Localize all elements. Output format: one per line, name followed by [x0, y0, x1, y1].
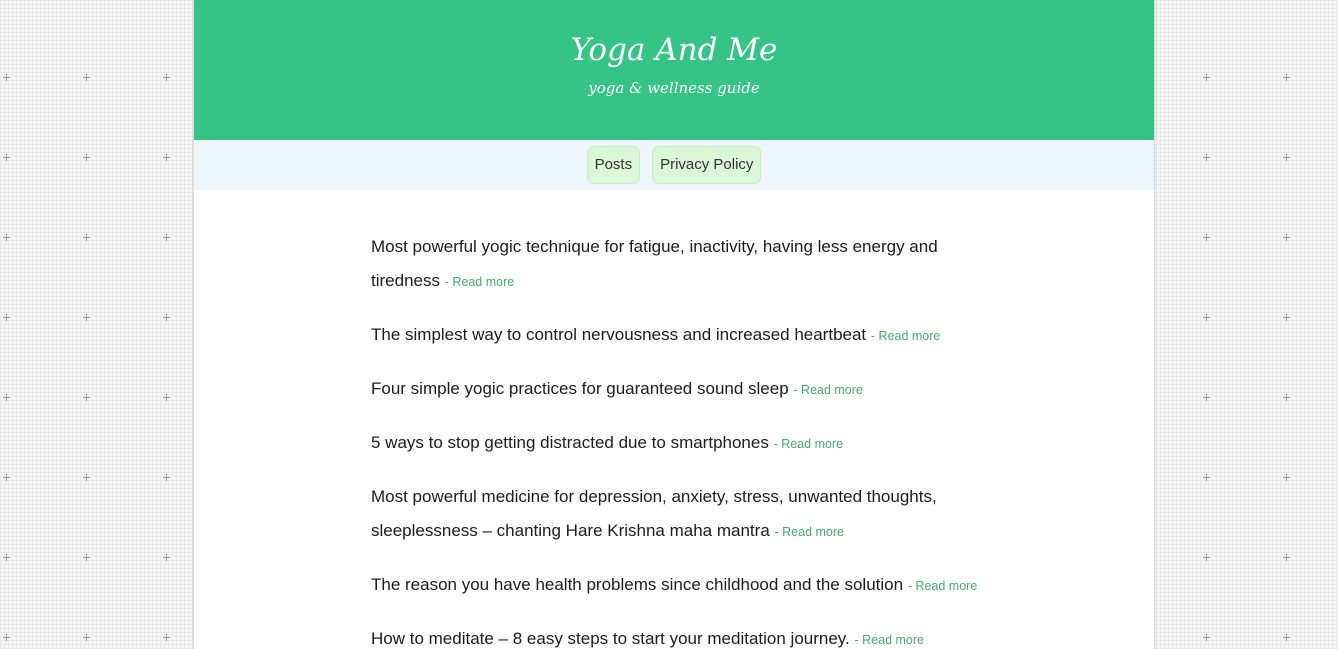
grid-plus-marker [163, 154, 170, 161]
grid-plus-marker [163, 474, 170, 481]
grid-plus-marker [3, 474, 10, 481]
grid-plus-marker [3, 74, 10, 81]
grid-plus-marker [1203, 154, 1210, 161]
post-title[interactable]: Most powerful medicine for depression, a… [371, 487, 937, 540]
post-item: Four simple yogic practices for guarante… [371, 372, 981, 407]
post-title[interactable]: Four simple yogic practices for guarante… [371, 379, 789, 398]
grid-plus-marker [83, 154, 90, 161]
grid-plus-marker [1283, 74, 1290, 81]
grid-plus-marker [1203, 74, 1210, 81]
grid-plus-marker [1283, 314, 1290, 321]
read-more-link[interactable]: - Read more [908, 579, 977, 593]
page-container: Yoga And Me yoga & wellness guide Posts … [194, 0, 1154, 649]
grid-plus-marker [3, 314, 10, 321]
grid-plus-marker [1283, 474, 1290, 481]
grid-plus-marker [83, 394, 90, 401]
post-title[interactable]: The reason you have health problems sinc… [371, 575, 903, 594]
grid-plus-marker [1283, 634, 1290, 641]
nav-posts-button[interactable]: Posts [586, 146, 641, 184]
grid-plus-marker [163, 74, 170, 81]
post-item: The simplest way to control nervousness … [371, 318, 981, 353]
post-item: Most powerful medicine for depression, a… [371, 480, 981, 549]
grid-plus-marker [3, 554, 10, 561]
grid-plus-marker [1203, 634, 1210, 641]
post-item: The reason you have health problems sinc… [371, 568, 981, 603]
grid-plus-marker [3, 634, 10, 641]
post-title[interactable]: The simplest way to control nervousness … [371, 325, 866, 344]
grid-plus-marker [1203, 474, 1210, 481]
post-list: Most powerful yogic technique for fatigu… [371, 230, 981, 649]
grid-plus-marker [1283, 554, 1290, 561]
grid-plus-marker [163, 234, 170, 241]
grid-plus-marker [3, 154, 10, 161]
grid-plus-marker [163, 314, 170, 321]
grid-plus-marker [83, 74, 90, 81]
site-title[interactable]: Yoga And Me [194, 0, 1154, 70]
grid-plus-marker [83, 634, 90, 641]
main-nav: Posts Privacy Policy [194, 140, 1154, 190]
site-header: Yoga And Me yoga & wellness guide [194, 0, 1154, 140]
post-title[interactable]: How to meditate – 8 easy steps to start … [371, 629, 850, 648]
grid-plus-marker [83, 554, 90, 561]
grid-plus-marker [1283, 154, 1290, 161]
grid-plus-marker [83, 314, 90, 321]
read-more-link[interactable]: - Read more [445, 275, 514, 289]
read-more-link[interactable]: - Read more [871, 329, 940, 343]
read-more-link[interactable]: - Read more [855, 633, 924, 647]
post-item: 5 ways to stop getting distracted due to… [371, 426, 981, 461]
grid-plus-marker [1283, 234, 1290, 241]
read-more-link[interactable]: - Read more [775, 525, 844, 539]
post-item: How to meditate – 8 easy steps to start … [371, 622, 981, 649]
post-item: Most powerful yogic technique for fatigu… [371, 230, 981, 299]
grid-plus-marker [83, 234, 90, 241]
grid-plus-marker [1283, 394, 1290, 401]
grid-plus-marker [83, 474, 90, 481]
nav-privacy-policy-button[interactable]: Privacy Policy [652, 146, 762, 184]
grid-plus-marker [163, 634, 170, 641]
grid-plus-marker [3, 234, 10, 241]
site-tagline: yoga & wellness guide [588, 79, 760, 97]
grid-plus-marker [163, 394, 170, 401]
read-more-link[interactable]: - Read more [793, 383, 862, 397]
post-title[interactable]: 5 ways to stop getting distracted due to… [371, 433, 769, 452]
grid-plus-marker [1203, 394, 1210, 401]
grid-plus-marker [1203, 314, 1210, 321]
grid-plus-marker [1203, 554, 1210, 561]
grid-plus-marker [3, 394, 10, 401]
read-more-link[interactable]: - Read more [774, 437, 843, 451]
grid-plus-marker [1203, 234, 1210, 241]
grid-plus-marker [163, 554, 170, 561]
